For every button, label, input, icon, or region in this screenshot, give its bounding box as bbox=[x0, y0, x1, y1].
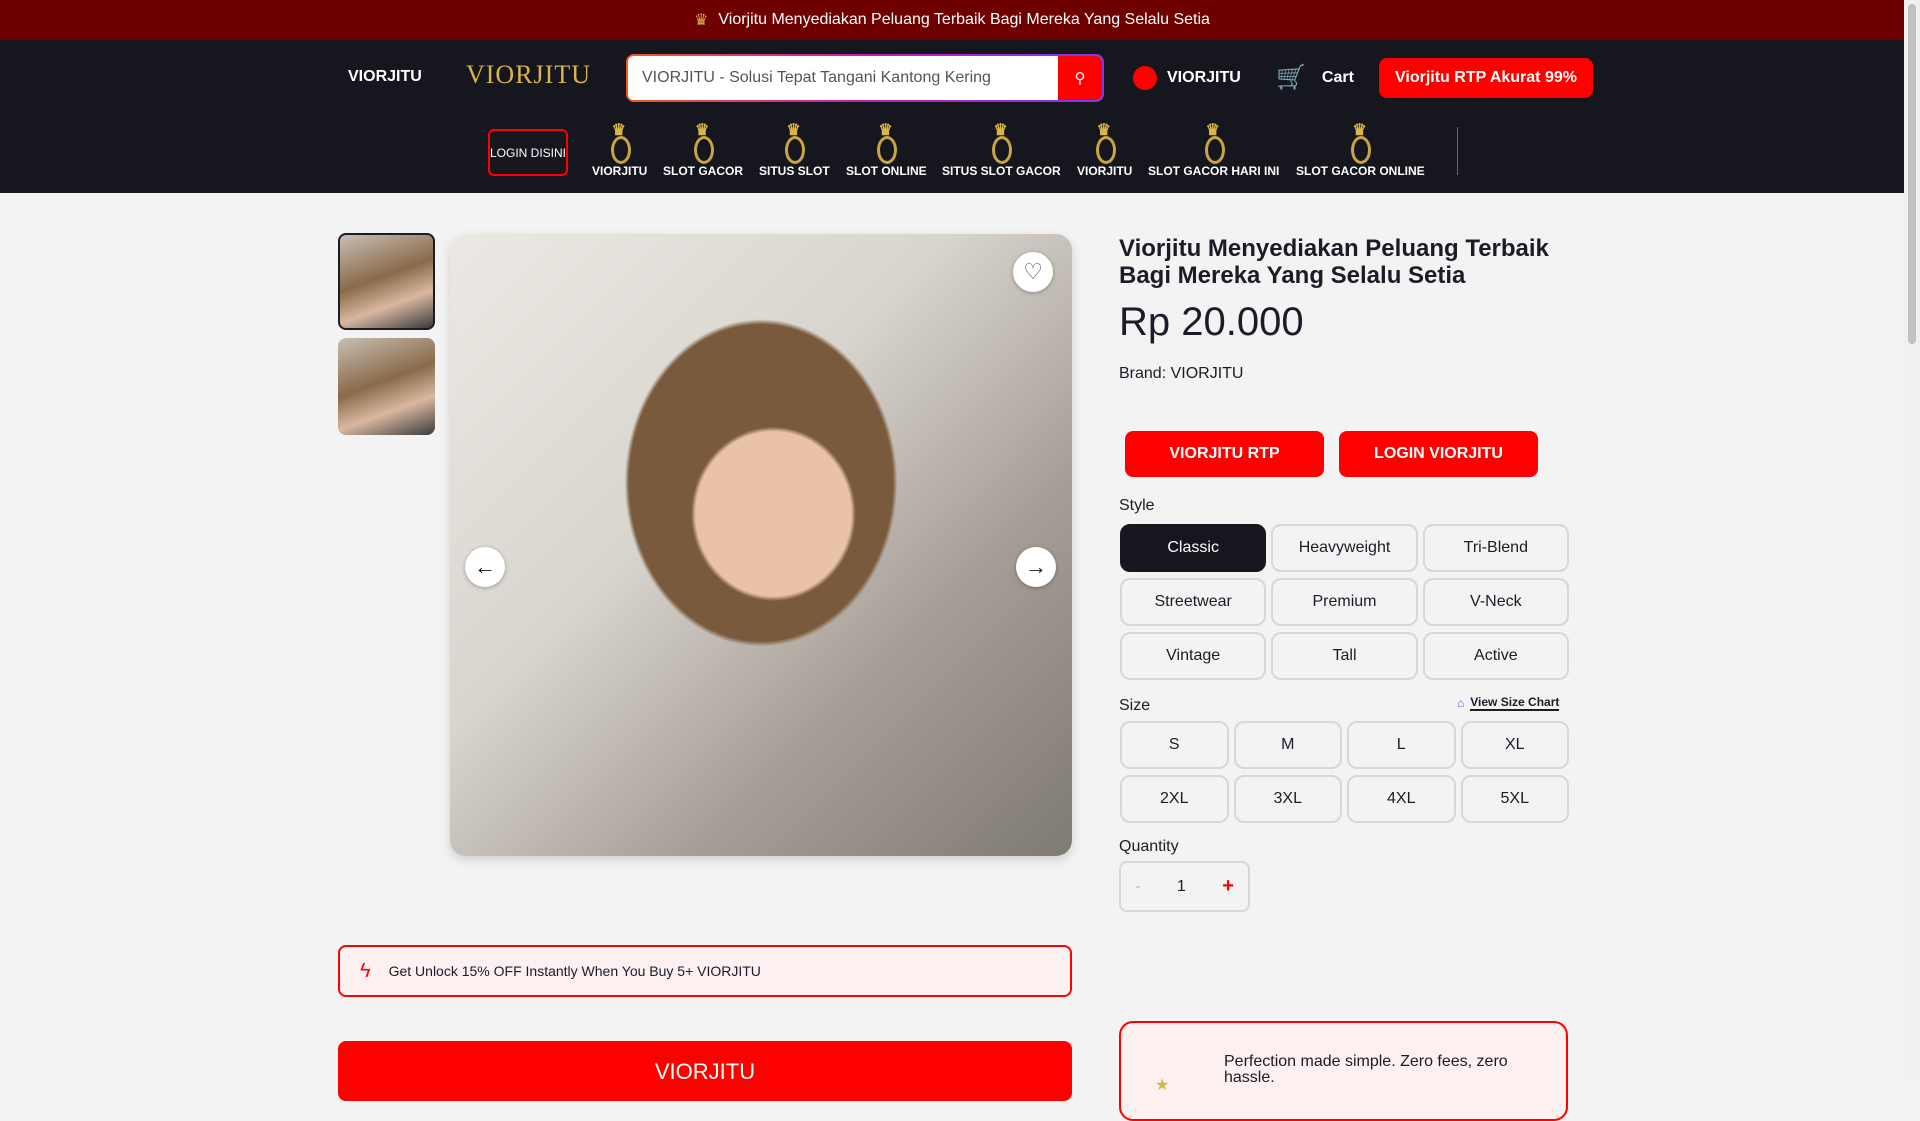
prev-arrow-icon[interactable]: ← bbox=[465, 547, 505, 587]
nav-label: VIORJITU bbox=[1077, 164, 1133, 178]
hanger-icon: ⌂ bbox=[1457, 696, 1465, 710]
nav-item[interactable]: SLOT GACOR ONLINE bbox=[1296, 120, 1425, 178]
style-option[interactable]: Tri-Blend bbox=[1422, 524, 1569, 572]
product-image bbox=[450, 234, 1072, 856]
nav-item[interactable]: SITUS SLOT GACOR bbox=[942, 120, 1061, 178]
crown-icon bbox=[605, 120, 635, 164]
product-price: Rp 20.000 bbox=[1119, 300, 1304, 344]
style-option[interactable]: Vintage bbox=[1120, 632, 1267, 680]
promo-banner: ϟ Get Unlock 15% OFF Instantly When You … bbox=[338, 945, 1072, 997]
style-label: Style bbox=[1119, 497, 1155, 514]
size-chart-label: View Size Chart bbox=[1470, 695, 1560, 711]
nav-label: SITUS SLOT GACOR bbox=[942, 164, 1061, 178]
quantity-value[interactable]: 1 bbox=[1177, 878, 1186, 896]
cart-link[interactable]: 🛒 Cart bbox=[1276, 63, 1354, 92]
style-option[interactable]: Heavyweight bbox=[1271, 524, 1418, 572]
rtp-button[interactable]: Viorjitu RTP Akurat 99% bbox=[1379, 58, 1593, 98]
style-option[interactable]: Tall bbox=[1271, 632, 1418, 680]
style-option[interactable]: Premium bbox=[1271, 578, 1418, 626]
quantity-label: Quantity bbox=[1119, 838, 1179, 855]
announcement-text: Viorjitu Menyediakan Peluang Terbaik Bag… bbox=[718, 11, 1210, 28]
site-name-link[interactable]: VIORJITU bbox=[348, 68, 422, 86]
nav-item[interactable]: SLOT ONLINE bbox=[846, 120, 927, 178]
quantity-stepper: - 1 + bbox=[1119, 861, 1250, 912]
nav-item[interactable]: SLOT GACOR HARI INI bbox=[1148, 120, 1280, 178]
size-options: S M L XL 2XL 3XL 4XL 5XL bbox=[1120, 721, 1569, 823]
cart-icon: 🛒 bbox=[1276, 64, 1306, 91]
nav-label: SITUS SLOT bbox=[759, 164, 830, 178]
size-option[interactable]: L bbox=[1347, 721, 1456, 769]
size-option[interactable]: XL bbox=[1460, 721, 1569, 769]
cart-label: Cart bbox=[1321, 68, 1354, 86]
style-options: Classic Heavyweight Tri-Blend Streetwear… bbox=[1120, 524, 1569, 680]
product-brand: Brand: VIORJITU bbox=[1119, 365, 1244, 382]
size-option[interactable]: M bbox=[1233, 721, 1342, 769]
crown-icon bbox=[1090, 120, 1120, 164]
user-icon bbox=[1133, 66, 1157, 90]
crown-icon bbox=[986, 120, 1016, 164]
logo[interactable]: VIORJITU bbox=[466, 60, 591, 90]
account-label: VIORJITU bbox=[1167, 69, 1241, 86]
size-option[interactable]: 3XL bbox=[1233, 775, 1342, 823]
size-option[interactable]: 2XL bbox=[1120, 775, 1229, 823]
style-option[interactable]: Active bbox=[1422, 632, 1569, 680]
nav-label: VIORJITU bbox=[592, 164, 648, 178]
nav-label: SLOT GACOR ONLINE bbox=[1296, 164, 1425, 178]
account-link[interactable]: VIORJITU bbox=[1133, 66, 1241, 90]
nav-item[interactable]: SLOT GACOR bbox=[663, 120, 743, 178]
search-bar: ⚲ bbox=[626, 54, 1104, 102]
size-option[interactable]: 4XL bbox=[1347, 775, 1456, 823]
info-card-text: Perfection made simple. Zero fees, zero … bbox=[1224, 1053, 1508, 1086]
search-input[interactable] bbox=[628, 56, 1058, 100]
announcement-bar: ♛ Viorjitu Menyediakan Peluang Terbaik B… bbox=[0, 0, 1904, 40]
increase-button[interactable]: + bbox=[1222, 875, 1234, 898]
buy-button[interactable]: VIORJITU bbox=[338, 1041, 1072, 1101]
style-option[interactable]: Streetwear bbox=[1120, 578, 1267, 626]
crown-icon: ♛ bbox=[694, 12, 709, 29]
login-button[interactable]: LOGIN DISINI bbox=[488, 129, 568, 176]
nav-label: SLOT GACOR bbox=[663, 164, 743, 178]
promo-text: Get Unlock 15% OFF Instantly When You Bu… bbox=[388, 963, 761, 979]
crown-icon bbox=[1345, 120, 1375, 164]
crown-icon bbox=[688, 120, 718, 164]
product-title: Viorjitu Menyediakan Peluang Terbaik Bag… bbox=[1119, 235, 1549, 289]
star-icon: ★ bbox=[1155, 1077, 1170, 1094]
nav-item[interactable]: VIORJITU bbox=[592, 120, 648, 178]
nav-label: SLOT GACOR HARI INI bbox=[1148, 164, 1280, 178]
next-arrow-icon[interactable]: → bbox=[1016, 547, 1056, 587]
search-icon: ⚲ bbox=[1074, 70, 1086, 87]
size-label: Size bbox=[1119, 697, 1151, 714]
size-chart-link[interactable]: ⌂ View Size Chart bbox=[1457, 695, 1560, 711]
login-link-button[interactable]: LOGIN VIORJITU bbox=[1339, 431, 1538, 477]
style-option[interactable]: V-Neck bbox=[1422, 578, 1569, 626]
search-button[interactable]: ⚲ bbox=[1058, 56, 1102, 100]
info-card: ★ Perfection made simple. Zero fees, zer… bbox=[1119, 1021, 1568, 1121]
size-option[interactable]: S bbox=[1120, 721, 1229, 769]
nav-label: SLOT ONLINE bbox=[846, 164, 927, 178]
lightning-icon: ϟ bbox=[360, 959, 371, 982]
nav-item[interactable]: SITUS SLOT bbox=[759, 120, 830, 178]
nav-divider bbox=[1457, 127, 1458, 175]
crown-icon bbox=[871, 120, 901, 164]
style-option[interactable]: Classic bbox=[1120, 524, 1267, 572]
crown-icon bbox=[779, 120, 809, 164]
size-option[interactable]: 5XL bbox=[1460, 775, 1569, 823]
nav-item[interactable]: VIORJITU bbox=[1077, 120, 1133, 178]
rtp-link-button[interactable]: VIORJITU RTP bbox=[1125, 431, 1324, 477]
wishlist-heart-icon[interactable]: ♡ bbox=[1013, 252, 1053, 292]
thumbnail[interactable] bbox=[338, 338, 435, 435]
decrease-button[interactable]: - bbox=[1135, 878, 1140, 896]
thumbnail[interactable] bbox=[338, 233, 435, 330]
scrollbar[interactable] bbox=[1904, 0, 1920, 1080]
crown-icon bbox=[1199, 120, 1229, 164]
